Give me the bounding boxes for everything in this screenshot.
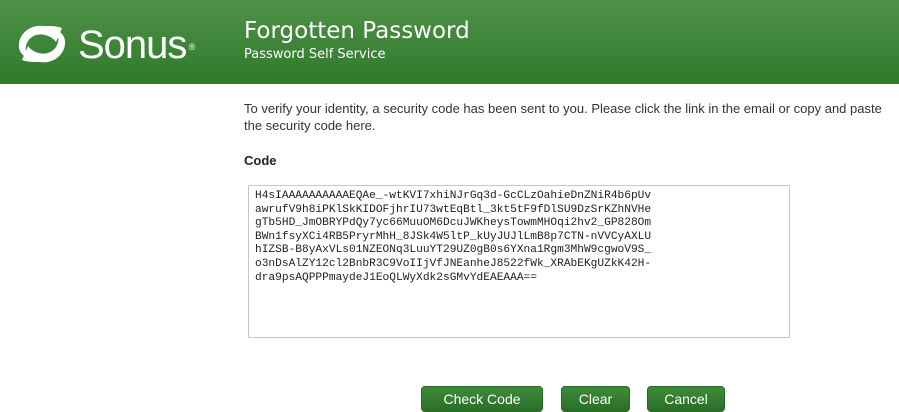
page-title: Forgotten Password bbox=[244, 18, 470, 44]
check-code-button[interactable]: Check Code bbox=[421, 386, 543, 412]
cancel-button[interactable]: Cancel bbox=[647, 386, 725, 412]
security-code-field[interactable]: H4sIAAAAAAAAAAEQAe_-wtKVI7xhiNJrGq3d-GcC… bbox=[248, 185, 790, 338]
code-label: Code bbox=[244, 153, 277, 168]
sonus-swirl-icon bbox=[18, 25, 66, 63]
page-header: Sonus ® Forgotten Password Password Self … bbox=[0, 0, 899, 84]
instructions-text: To verify your identity, a security code… bbox=[244, 101, 882, 133]
sonus-logo: Sonus ® bbox=[14, 20, 195, 68]
page-subtitle: Password Self Service bbox=[244, 47, 386, 62]
clear-button[interactable]: Clear bbox=[561, 386, 630, 412]
brand-name: Sonus ® bbox=[78, 23, 195, 67]
